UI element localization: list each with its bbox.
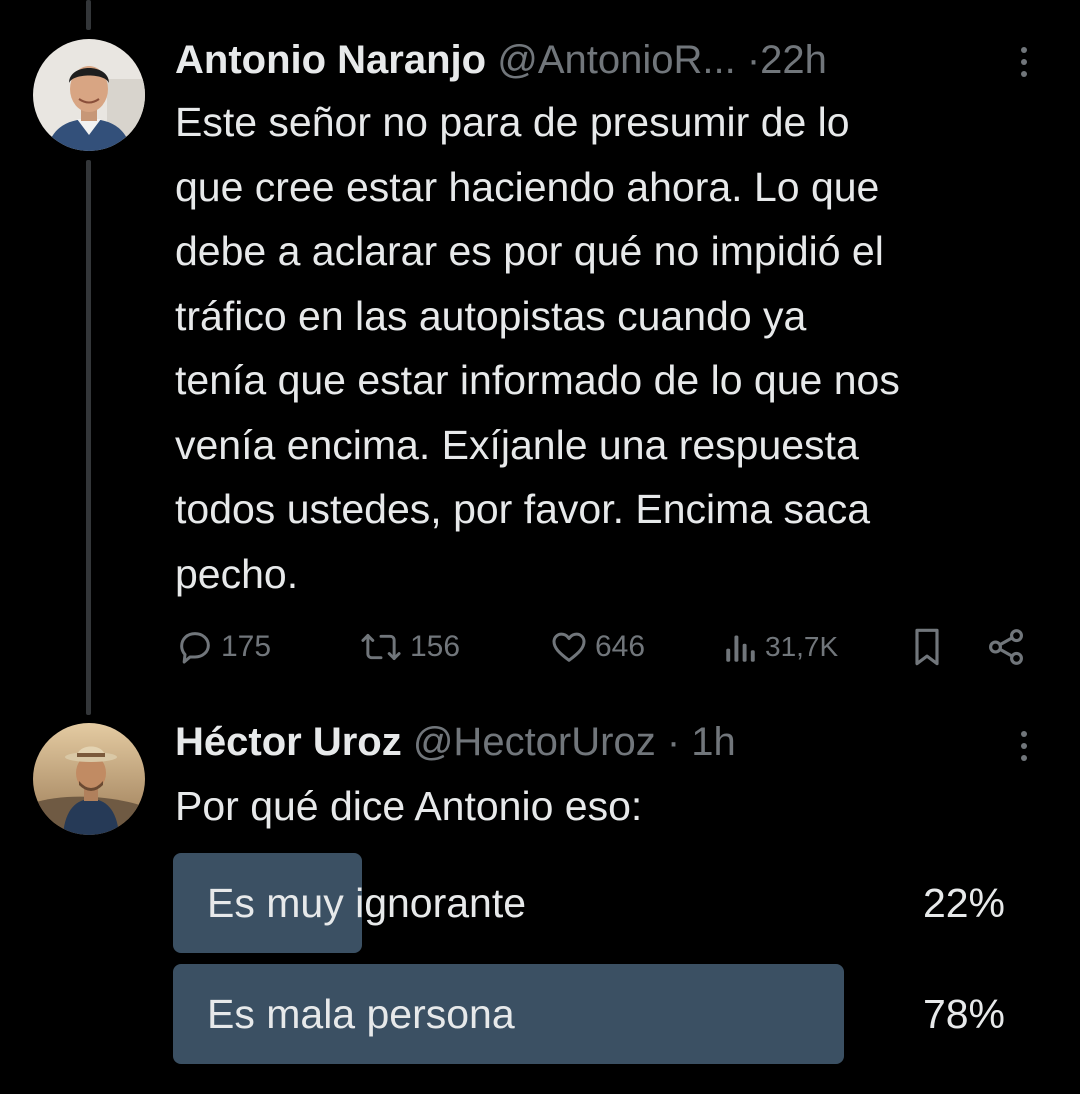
thread-connector-line [86, 160, 91, 715]
like-button[interactable]: 646 [549, 623, 645, 671]
tweet-text: Este señor no para de presumir de lo que… [175, 99, 900, 597]
heart-icon [549, 627, 589, 667]
author-display-name[interactable]: Antonio Naranjo [175, 38, 486, 82]
reply-button[interactable]: 175 [175, 623, 271, 671]
poll-option-percent: 22% [922, 880, 1005, 926]
author-display-name[interactable]: Héctor Uroz [175, 720, 402, 764]
poll-option[interactable]: Es mala persona 78% [173, 964, 1033, 1064]
poll-option-percent: 78% [922, 991, 1005, 1037]
comment-icon [175, 627, 215, 667]
author-handle[interactable]: @HectorUroz [413, 720, 656, 764]
poll-option[interactable]: Es muy ignorante 22% [173, 853, 1033, 953]
repost-button[interactable]: 156 [358, 623, 460, 671]
more-icon[interactable] [1009, 724, 1039, 768]
more-icon[interactable] [1009, 40, 1039, 84]
thread-connector-line [86, 0, 91, 30]
tweet-text: Por qué dice Antonio eso: [175, 783, 643, 829]
views-button[interactable]: 31,7K [723, 623, 838, 671]
bookmark-icon [907, 625, 947, 669]
poll-option-label: Es mala persona [207, 991, 515, 1037]
repost-count: 156 [410, 630, 461, 663]
tweet-timestamp[interactable]: 1h [691, 720, 736, 764]
header-separator: · [666, 720, 681, 764]
avatar[interactable] [33, 39, 145, 151]
header-separator: · [746, 38, 761, 82]
tweet-timestamp[interactable]: 22h [760, 38, 827, 82]
view-count: 31,7K [765, 631, 839, 662]
thread-view: Antonio Naranjo @AntonioR... ·22h Este s… [0, 0, 1080, 1094]
bookmark-button[interactable] [907, 623, 947, 671]
share-button[interactable] [985, 623, 1027, 671]
avatar[interactable] [33, 723, 145, 835]
tweet-actions-bar: 175 156 646 31,7K [175, 623, 1035, 671]
views-icon [723, 627, 759, 667]
tweet-header: Héctor Uroz @HectorUroz · 1h [175, 718, 736, 766]
poll-option-label: Es muy ignorante [207, 880, 527, 926]
tweet-header: Antonio Naranjo @AntonioR... ·22h [175, 36, 827, 84]
reply-count: 175 [221, 630, 272, 663]
share-icon [985, 626, 1027, 668]
author-handle[interactable]: @AntonioR... [497, 38, 736, 82]
like-count: 646 [595, 630, 646, 663]
retweet-icon [358, 627, 404, 667]
